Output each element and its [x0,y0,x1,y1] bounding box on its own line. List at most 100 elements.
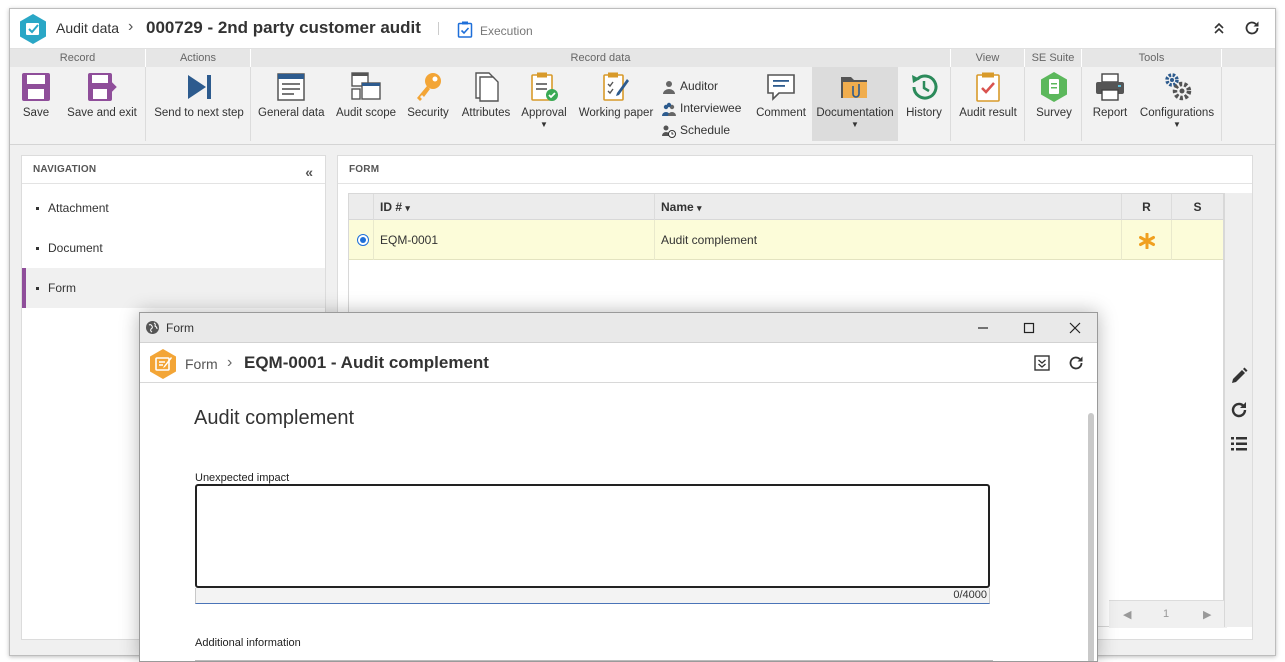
audit-result-button[interactable]: Audit result [958,71,1018,119]
refresh-icon[interactable] [1067,354,1085,372]
interviewee-button[interactable]: Interviewee [662,98,741,118]
approval-button[interactable]: Approval ▼ [520,71,568,129]
report-button[interactable]: Report [1089,71,1131,119]
pencil-edit-icon[interactable] [1229,366,1249,386]
grid-side-toolbar [1224,193,1252,627]
audit-scope-label: Audit scope [335,107,397,119]
unexpected-impact-textarea[interactable] [195,484,990,588]
modal-record-title: EQM-0001 - Audit complement [244,353,489,372]
character-counter: 0/4000 [953,589,987,601]
record-title: 000729 - 2nd party customer audit [146,18,421,37]
general-data-button[interactable]: General data [258,71,325,119]
dropdown-caret-icon: ▼ [1173,120,1181,129]
column-header-r[interactable]: R [1122,194,1172,220]
ribbon-divider [1024,67,1025,141]
refresh-icon[interactable] [1243,19,1261,37]
column-header-id[interactable]: ID # ▾ [374,194,655,220]
ribbon-divider [145,67,146,141]
additional-information-label: Additional information [195,637,301,649]
printer-icon [1096,73,1124,101]
breadcrumb-root[interactable]: Audit data [56,20,119,36]
survey-button[interactable]: Survey [1032,71,1076,119]
save-exit-icon [88,73,117,101]
form-modal-window: Form Form › EQM-0001 - Audit complement … [139,312,1098,662]
form-badge-icon [150,349,176,379]
column-id-label: ID # [380,200,403,214]
row-radio-selected[interactable] [357,234,369,246]
person-clock-icon [662,125,676,138]
table-row[interactable]: EQM-0001 Audit complement [349,220,1223,260]
clipboard-result-icon [976,72,1000,102]
documents-stack-icon [475,72,499,102]
modal-window-title: Form [166,321,194,335]
windows-scope-icon [351,72,381,100]
modal-scrollbar[interactable] [1088,413,1094,661]
collapse-panel-icon[interactable]: « [305,164,313,180]
send-to-next-step-button[interactable]: Send to next step [153,71,245,119]
refresh-icon[interactable] [1229,400,1249,420]
grid-header: ID # ▾ Name ▾ R S [349,194,1223,220]
nav-item-document[interactable]: Document [22,228,325,268]
nav-item-attachment[interactable]: Attachment [22,188,325,228]
form-heading: Audit complement [194,407,355,429]
column-header-s[interactable]: S [1172,194,1223,220]
row-s-cell [1172,220,1223,260]
unexpected-impact-label: Unexpected impact [195,472,290,484]
documentation-label: Documentation [816,107,894,119]
row-id-cell: EQM-0001 [374,220,655,260]
dropdown-caret-icon: ▼ [851,120,859,129]
pager-page-number[interactable]: 1 [1163,608,1169,620]
history-button[interactable]: History [903,71,945,119]
minimize-icon[interactable] [973,318,993,338]
grid-pager: ◀ 1 ▶ [1109,600,1227,628]
column-header-name[interactable]: Name ▾ [655,194,1122,220]
configurations-button[interactable]: Configurations ▼ [1138,71,1216,129]
ribbon-divider [1221,67,1222,141]
schedule-label: Schedule [680,123,731,137]
interviewee-label: Interviewee [680,101,742,115]
status-label: Execution [480,24,533,38]
row-name-cell: Audit complement [655,220,1122,260]
history-label: History [906,107,942,119]
collapse-double-chevron-icon[interactable] [1210,19,1228,37]
general-data-label: General data [258,107,325,119]
modal-form-body: Audit complement Unexpected impact 0/400… [140,384,1085,661]
maximize-icon[interactable] [1019,318,1039,338]
attributes-button[interactable]: Attributes [460,71,512,119]
auditor-button[interactable]: Auditor [662,76,718,96]
ribbon-group-record: Record [10,49,146,67]
working-paper-label: Working paper [578,107,654,119]
comment-button[interactable]: Comment [754,71,808,119]
pager-prev-icon[interactable]: ◀ [1123,608,1131,621]
modal-breadcrumb-form[interactable]: Form [185,356,218,372]
window-form-icon [277,73,305,101]
save-label: Save [22,107,50,119]
form-panel-title: FORM [338,156,1252,184]
schedule-button[interactable]: Schedule [662,120,730,140]
nav-item-form[interactable]: Form [22,268,325,308]
auditor-label: Auditor [680,79,719,93]
security-button[interactable]: Security [406,71,450,119]
approval-label: Approval [521,107,567,119]
collapse-box-icon[interactable] [1033,354,1051,372]
navigation-title: NAVIGATION [22,156,325,184]
clipboard-check-icon [457,21,473,38]
configurations-label: Configurations [1139,107,1215,119]
globe-icon [146,321,159,334]
save-and-exit-button[interactable]: Save and exit [65,71,139,119]
report-label: Report [1092,107,1128,119]
row-select-cell[interactable] [349,220,374,260]
ribbon-divider [950,67,951,141]
dropdown-caret-icon: ▼ [540,120,548,129]
save-button[interactable]: Save [16,71,56,119]
audit-scope-button[interactable]: Audit scope [335,71,397,119]
working-paper-button[interactable]: Working paper [578,71,654,119]
attributes-label: Attributes [461,107,511,119]
list-icon[interactable] [1229,434,1249,454]
close-icon[interactable] [1065,318,1085,338]
audit-app-logo-icon [20,14,46,44]
documentation-button[interactable]: Documentation ▼ [812,67,898,141]
person-icon [663,80,675,94]
send-to-next-step-label: Send to next step [154,107,244,119]
pager-next-icon[interactable]: ▶ [1203,608,1211,621]
